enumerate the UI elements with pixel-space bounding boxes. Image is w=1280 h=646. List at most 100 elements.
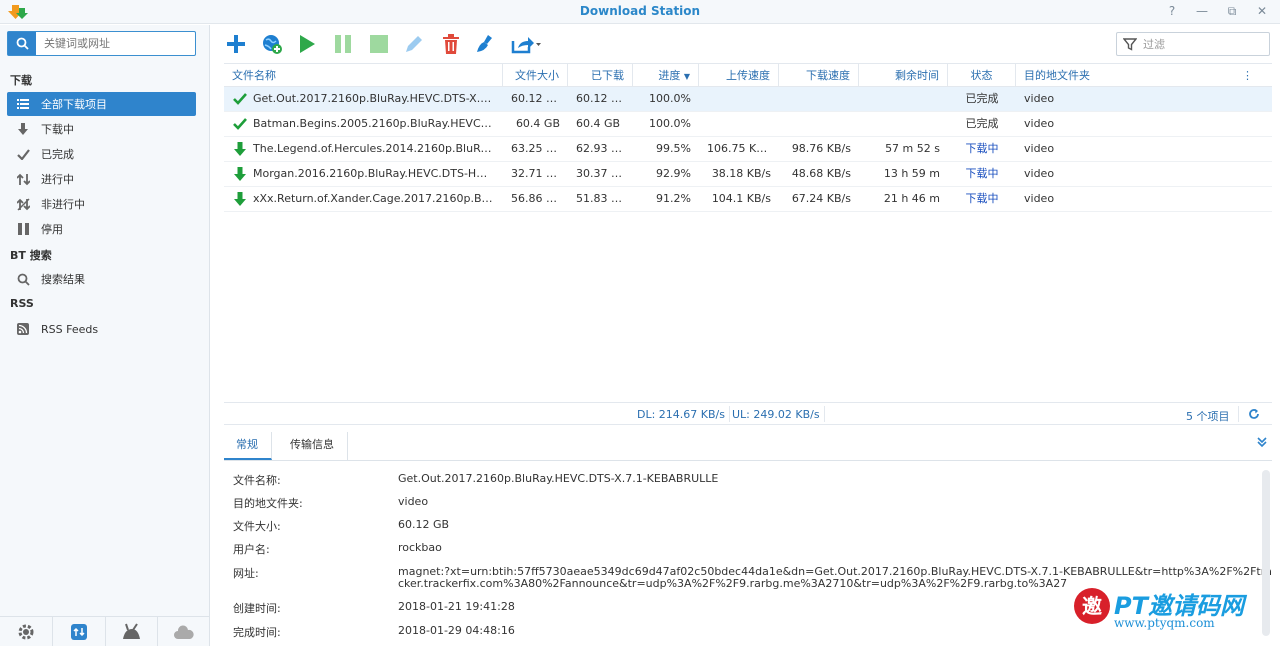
col-download-speed[interactable]: 下载速度 <box>779 64 859 87</box>
col-upload-speed[interactable]: 上传速度 <box>699 64 779 87</box>
cloud-button[interactable] <box>158 617 210 646</box>
cell-downloaded: 60.12 GB <box>576 92 628 105</box>
transfer-icon <box>70 623 87 640</box>
col-size[interactable]: 文件大小 <box>503 64 568 87</box>
cell-download-speed <box>779 112 859 136</box>
toolbar: 过滤 <box>211 25 1280 63</box>
sidebar-item-label: 下载中 <box>41 123 74 136</box>
col-state[interactable]: 状态 <box>948 64 1016 87</box>
cell-state: 已完成 <box>965 117 999 130</box>
close-button[interactable]: ✕ <box>1254 3 1270 19</box>
sidebar-item-rss-feeds[interactable]: RSS Feeds <box>7 317 196 341</box>
pause-icon <box>335 35 351 53</box>
sidebar-item-completed[interactable]: 已完成 <box>7 142 196 166</box>
sidebar-item-search-results[interactable]: 搜索结果 <box>7 267 196 291</box>
sidebar-item-stopped[interactable]: 停用 <box>7 217 196 241</box>
detail-label-filename: 文件名称: <box>233 474 281 487</box>
cell-progress: 92.9% <box>656 167 691 180</box>
table-row[interactable]: xXx.Return.of.Xander.Cage.2017.2160p.Blu… <box>224 187 1272 212</box>
tab-general[interactable]: 常规 <box>224 432 272 460</box>
col-downloaded[interactable]: 已下载 <box>568 64 633 87</box>
emule-button[interactable] <box>106 617 159 646</box>
cell-dest: video <box>1024 142 1055 155</box>
add-url-button[interactable] <box>261 33 283 55</box>
sidebar-item-all[interactable]: 全部下载项目 <box>7 92 196 116</box>
delete-button[interactable] <box>440 33 462 55</box>
cell-download-speed: 48.68 KB/s <box>791 167 851 180</box>
downloading-arrow-icon <box>232 166 248 182</box>
cell-dest: video <box>1024 92 1055 105</box>
sidebar-bottom-bar <box>0 616 210 646</box>
cell-download-speed <box>779 87 859 111</box>
cell-progress: 91.2% <box>656 192 691 205</box>
cell-upload-speed <box>699 87 779 111</box>
restore-button[interactable]: ⧉ <box>1224 3 1240 19</box>
transfer-arrows-icon <box>15 171 31 187</box>
table-row[interactable]: Get.Out.2017.2160p.BluRay.HEVC.DTS-X.7.1… <box>224 87 1272 112</box>
status-divider <box>729 406 730 422</box>
cell-size: 63.25 GB <box>511 142 563 155</box>
download-arrow-icon <box>15 121 31 137</box>
play-icon <box>300 35 315 53</box>
collapse-icon[interactable] <box>1256 436 1268 448</box>
status-divider <box>1238 406 1239 422</box>
detail-label-dest: 目的地文件夹: <box>233 497 303 510</box>
detail-tabs: 常规 传输信息 <box>224 432 1272 461</box>
search-input[interactable] <box>36 33 191 54</box>
minimize-button[interactable]: — <box>1194 3 1210 19</box>
sidebar-item-downloading[interactable]: 下载中 <box>7 117 196 141</box>
add-button[interactable] <box>225 33 247 55</box>
resume-button[interactable] <box>296 33 318 55</box>
col-name[interactable]: 文件名称 <box>224 64 503 87</box>
cell-download-speed: 67.24 KB/s <box>791 192 851 205</box>
downloading-arrow-icon <box>232 191 248 207</box>
sidebar-item-inactive[interactable]: 非进行中 <box>7 192 196 216</box>
cloud-icon <box>174 624 194 639</box>
cell-name: Morgan.2016.2160p.BluRay.HEVC.DTS-HD.MA.… <box>224 162 503 186</box>
table-row[interactable]: The.Legend.of.Hercules.2014.2160p.BluRay… <box>224 137 1272 162</box>
col-dest[interactable]: 目的地文件夹 ⋮ <box>1016 64 1261 87</box>
cell-state: 已完成 <box>965 92 999 105</box>
cell-upload-speed: 104.1 KB/s <box>711 192 771 205</box>
check-icon <box>15 146 31 162</box>
detail-value-dest: video <box>398 495 429 508</box>
file-name: Get.Out.2017.2160p.BluRay.HEVC.DTS-X.7.1… <box>253 92 495 105</box>
column-menu-icon[interactable]: ⋮ <box>1242 64 1253 87</box>
stop-button[interactable] <box>368 33 390 55</box>
help-button[interactable]: ? <box>1164 3 1180 19</box>
sidebar-item-label: 搜索结果 <box>41 273 85 286</box>
transfer-button[interactable] <box>53 617 106 646</box>
sidebar-item-label: 非进行中 <box>41 198 85 211</box>
clear-button[interactable] <box>475 33 497 55</box>
share-button[interactable] <box>510 33 542 55</box>
detail-value-completed: 2018-01-29 04:48:16 <box>398 624 515 637</box>
status-divider <box>824 406 825 422</box>
cell-name: The.Legend.of.Hercules.2014.2160p.BluRay… <box>224 137 503 161</box>
sort-desc-icon: ▼ <box>683 72 690 81</box>
detail-label-size: 文件大小: <box>233 520 281 533</box>
search-icon[interactable] <box>8 32 36 55</box>
pause-button[interactable] <box>332 33 354 55</box>
table-row[interactable]: Batman.Begins.2005.2160p.BluRay.HEVC.DTS… <box>224 112 1272 137</box>
detail-label-created: 创建时间: <box>233 602 281 615</box>
cell-downloaded: 30.37 GB <box>576 167 628 180</box>
sidebar-item-active[interactable]: 进行中 <box>7 167 196 191</box>
search-box <box>7 31 196 56</box>
detail-value-filename: Get.Out.2017.2160p.BluRay.HEVC.DTS-X.7.1… <box>398 472 719 485</box>
cell-state: 下载中 <box>965 142 999 155</box>
cell-dest: video <box>1024 167 1055 180</box>
refresh-icon[interactable] <box>1248 408 1260 420</box>
settings-button[interactable] <box>0 617 53 646</box>
tab-transfer[interactable]: 传输信息 <box>278 432 348 460</box>
col-progress[interactable]: 进度 ▼ <box>633 64 699 87</box>
filter-box[interactable]: 过滤 <box>1116 32 1270 56</box>
col-remaining[interactable]: 剩余时间 <box>859 64 948 87</box>
cell-dest: video <box>1024 192 1055 205</box>
table-row[interactable]: Morgan.2016.2160p.BluRay.HEVC.DTS-HD.MA.… <box>224 162 1272 187</box>
completed-check-icon <box>232 91 248 107</box>
edit-button[interactable] <box>403 33 425 55</box>
pause-icon <box>15 221 31 237</box>
cell-size: 32.71 GB <box>511 167 563 180</box>
watermark-url: www.ptyqm.com <box>1114 616 1215 630</box>
cell-progress: 100.0% <box>649 92 691 105</box>
